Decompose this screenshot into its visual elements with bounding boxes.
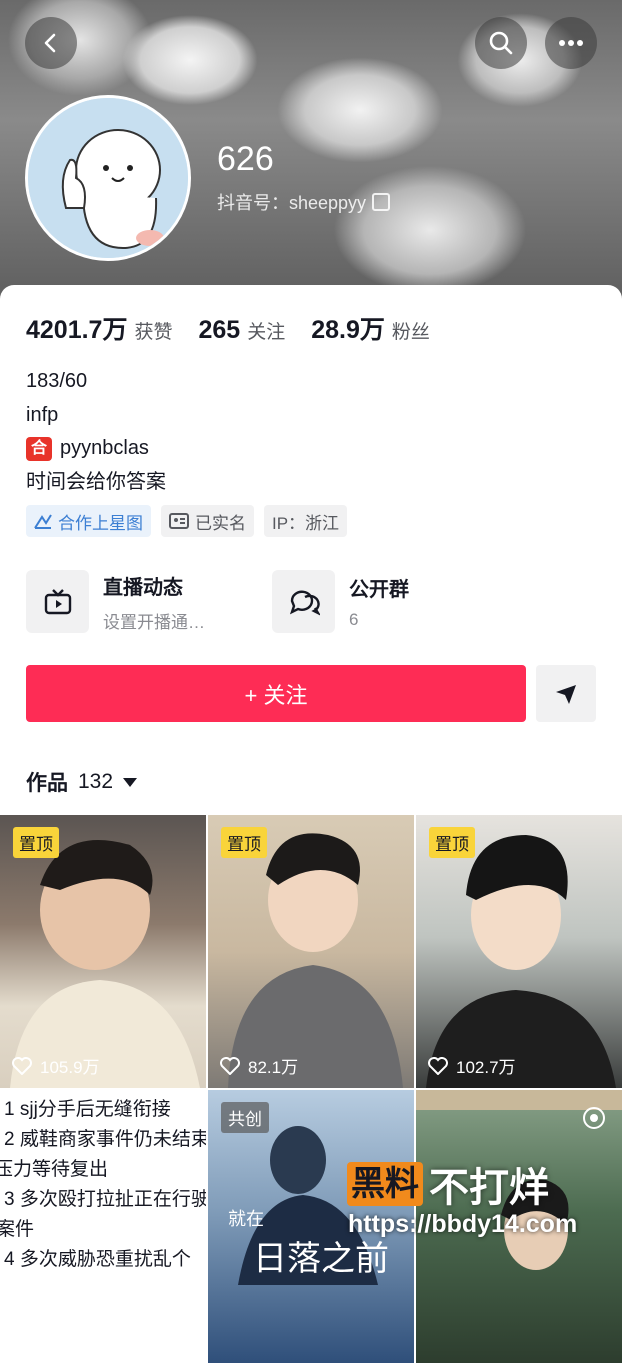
avatar-cartoon-image (28, 98, 188, 258)
like-count: 105.9万 (12, 1053, 100, 1078)
ip-tag: IP：浙江 (264, 505, 348, 537)
pinned-badge: 置顶 (221, 827, 267, 858)
followers-label: 粉丝 (391, 322, 430, 343)
search-button[interactable] (475, 17, 527, 69)
search-icon (489, 31, 513, 55)
pinned-badge: 置顶 (429, 827, 475, 858)
text-post-thumbnail[interactable]: 1 sjj分手后无缝衔接 2 威鞋商家事件仍未结束 压力等待复出 3 多次殴打拉… (0, 1090, 206, 1368)
group-title: 公开群 (349, 579, 409, 601)
watermark-text: 不打烊 (429, 1166, 549, 1210)
like-count-text: 82.1万 (248, 1058, 299, 1077)
star-map-label: 合作上星图 (58, 513, 143, 533)
tag-row: 合作上星图 已实名 IP：浙江 (26, 505, 348, 537)
following-label: 关注 (247, 322, 286, 343)
like-count: 102.7万 (428, 1053, 516, 1078)
douyin-id-text: 抖音号：sheeppyy (217, 193, 367, 213)
like-count-text: 102.7万 (456, 1058, 516, 1077)
works-tab[interactable]: 作品 132 (26, 767, 138, 797)
share-button[interactable] (536, 665, 596, 722)
heart-icon (12, 1056, 32, 1075)
more-button[interactable] (545, 17, 597, 69)
video-thumbnail[interactable]: 置顶 102.7万 (416, 815, 622, 1088)
feature-row: 直播动态 设置开播通… 公开群 6 (26, 570, 596, 633)
live-feature[interactable]: 直播动态 设置开播通… (26, 570, 272, 633)
back-button[interactable] (25, 17, 77, 69)
verified-tag[interactable]: 已实名 (161, 505, 254, 537)
avatar[interactable] (25, 95, 191, 261)
send-icon (556, 684, 576, 704)
following-count[interactable]: 265 (198, 316, 240, 345)
pinned-badge: 置顶 (13, 827, 59, 858)
verified-label: 已实名 (195, 513, 246, 533)
svg-text:日落之前: 日落之前 (253, 1239, 389, 1279)
heart-icon (428, 1056, 448, 1075)
chevron-left-icon (44, 33, 56, 53)
text-post-line: 压力等待复出 (0, 1159, 109, 1180)
username: 626 (217, 140, 274, 178)
works-label: 作品 (26, 772, 68, 795)
id-card-icon (169, 513, 189, 529)
tv-icon (26, 570, 89, 633)
douyin-id[interactable]: 抖音号：sheeppyy (217, 189, 391, 215)
stats-row: 4201.7万 获赞 265 关注 28.9万 粉丝 (26, 310, 456, 346)
watermark-url: https://bbdy14.com (348, 1210, 578, 1238)
bio-line: 183/60 (26, 370, 88, 392)
star-map-icon (34, 514, 52, 529)
bio-text: pyynbclas (60, 437, 149, 459)
text-post-line: 4 多次威胁恐重扰乱个 (4, 1249, 191, 1270)
copy-icon[interactable] (372, 193, 391, 211)
ip-label: IP：浙江 (272, 513, 340, 533)
co-creation-badge: 共创 (221, 1102, 269, 1133)
like-count-text: 105.9万 (40, 1058, 100, 1077)
bio: 183/60 infp 合 pyynbclas 时间会给你答案 (26, 365, 166, 499)
follow-label: + 关注 (244, 682, 308, 708)
chat-group-icon (272, 570, 335, 633)
bio-line: 合 pyynbclas (26, 432, 166, 466)
group-feature[interactable]: 公开群 6 (272, 570, 518, 633)
group-count: 6 (349, 610, 359, 629)
svg-text:就在: 就在 (228, 1209, 264, 1230)
likes-count[interactable]: 4201.7万 (26, 310, 127, 346)
he-badge-icon: 合 (26, 436, 52, 461)
live-subtitle: 设置开播通… (103, 612, 205, 632)
caret-down-icon (123, 777, 138, 787)
star-map-tag[interactable]: 合作上星图 (26, 505, 151, 537)
live-title: 直播动态 (103, 576, 183, 599)
text-post-line: 2 威鞋商家事件仍未结束 (4, 1129, 206, 1150)
followers-count[interactable]: 28.9万 (311, 310, 385, 346)
text-post-line: 案件 (0, 1219, 35, 1240)
more-icon (559, 40, 583, 46)
watermark-box-text: 黑料 (347, 1162, 423, 1206)
likes-label: 获赞 (134, 322, 173, 343)
bio-line: infp (26, 403, 59, 426)
video-thumbnail[interactable]: 置顶 82.1万 (208, 815, 414, 1088)
heart-icon (220, 1056, 240, 1075)
profile-card: 4201.7万 获赞 265 关注 28.9万 粉丝 183/60 infp 合… (0, 285, 622, 1368)
watermark-logo: 黑料 不打烊 (347, 1155, 549, 1213)
follow-button[interactable]: + 关注 (26, 665, 526, 722)
works-count: 132 (78, 770, 114, 793)
like-count: 82.1万 (220, 1053, 298, 1078)
video-thumbnail[interactable]: 置顶 105.9万 (0, 815, 206, 1088)
bio-line: 时间会给你答案 (26, 470, 166, 493)
text-post-line: 3 多次殴打拉扯正在行驶 (4, 1189, 206, 1210)
text-post-line: 1 sjj分手后无缝衔接 (4, 1099, 171, 1120)
